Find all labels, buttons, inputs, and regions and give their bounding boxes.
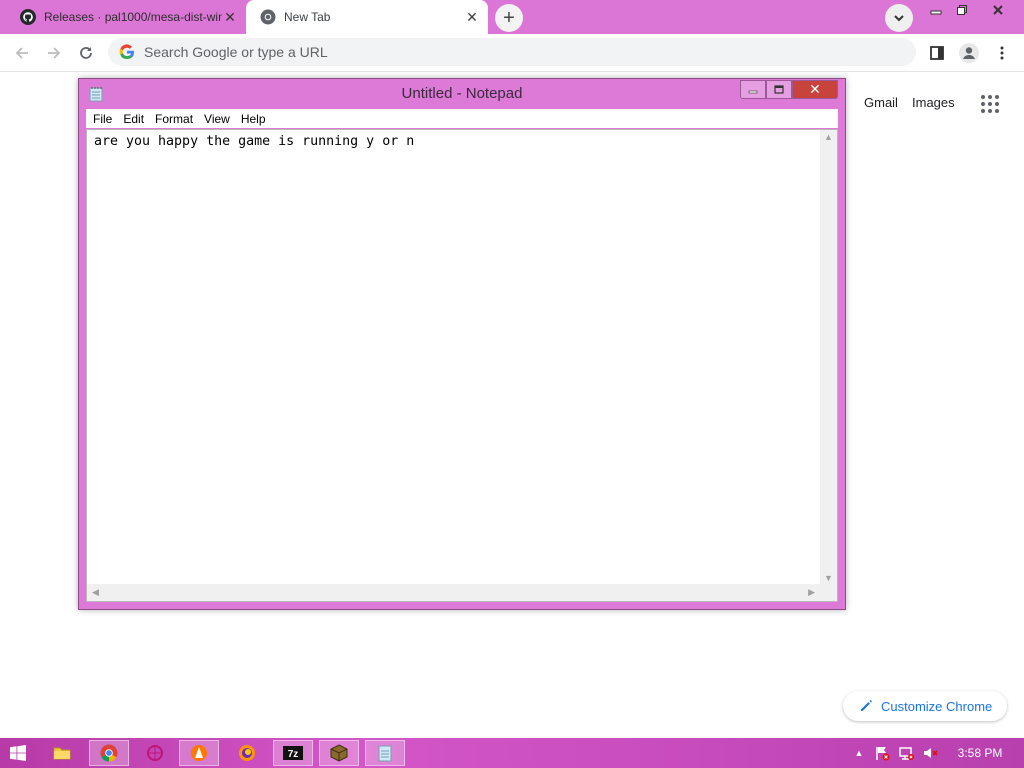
taskbar-firefox[interactable] (227, 740, 267, 766)
reload-icon (80, 47, 92, 59)
minimize-button[interactable] (740, 80, 766, 99)
close-icon: ✕ (809, 81, 821, 97)
tab-search-button[interactable] (885, 4, 913, 32)
taskbar-7zip[interactable]: 7z (273, 740, 313, 766)
chrome-icon (100, 744, 118, 762)
menu-format[interactable]: Format (155, 112, 193, 126)
app-circle-icon (147, 745, 163, 761)
menu-button[interactable] (991, 42, 1013, 64)
forward-arrow-icon (48, 47, 61, 59)
profile-button[interactable] (958, 42, 980, 64)
action-center-flag-icon[interactable] (873, 744, 891, 762)
start-button[interactable] (0, 740, 36, 766)
kebab-menu-icon (1000, 46, 1004, 60)
taskbar-chrome[interactable] (89, 740, 129, 766)
side-panel-button[interactable] (926, 42, 948, 64)
close-icon (993, 5, 1003, 15)
chevron-up-icon[interactable]: ▲ (850, 744, 868, 762)
tab-strip: Releases · pal1000/mesa-dist-win ✕ New T… (0, 0, 1024, 34)
avast-icon (191, 745, 207, 761)
restore-button[interactable] (948, 0, 976, 20)
maximize-icon (774, 85, 784, 94)
reload-button[interactable] (75, 42, 97, 64)
scroll-up-icon[interactable]: ▲ (824, 132, 833, 142)
menu-help[interactable]: Help (241, 112, 266, 126)
7zip-icon: 7z (283, 746, 303, 760)
notepad-icon (378, 745, 392, 762)
close-window-button[interactable] (980, 0, 1016, 20)
chevron-down-icon (894, 15, 904, 22)
minimize-icon (930, 10, 942, 15)
taskbar-file-explorer[interactable] (42, 740, 82, 766)
browser-toolbar (0, 34, 1024, 72)
close-button[interactable]: ✕ (792, 80, 838, 99)
package-icon (330, 744, 348, 762)
tab-releases[interactable]: Releases · pal1000/mesa-dist-win ✕ (8, 0, 246, 34)
taskbar-notepad[interactable] (365, 740, 405, 766)
google-g-icon (119, 44, 134, 60)
tab-title: New Tab (284, 10, 331, 24)
system-clock[interactable]: 3:58 PM (950, 738, 1010, 768)
close-icon[interactable]: ✕ (222, 9, 238, 25)
pencil-icon (861, 700, 872, 711)
scroll-right-icon[interactable]: ▶ (808, 587, 815, 598)
gmail-link[interactable]: Gmail (864, 95, 898, 110)
taskbar-avast[interactable] (179, 740, 219, 766)
scroll-down-icon[interactable]: ▼ (824, 573, 833, 583)
start-icon (10, 745, 26, 761)
firefox-icon (239, 745, 255, 761)
tab-new-tab[interactable]: New Tab ✕ (246, 0, 488, 34)
menu-view[interactable]: View (204, 112, 230, 126)
close-icon[interactable]: ✕ (464, 9, 480, 25)
vertical-scrollbar[interactable]: ▲ ▼ (820, 130, 837, 585)
minimize-icon (748, 90, 758, 93)
taskbar-app-circle[interactable] (135, 740, 175, 766)
menu-file[interactable]: File (93, 112, 112, 126)
taskbar-package[interactable] (319, 740, 359, 766)
omnibox[interactable] (108, 38, 916, 66)
horizontal-scrollbar[interactable]: ◀ ▶ (87, 584, 820, 601)
text-editor-area[interactable]: are you happy the game is running y or n… (86, 129, 838, 602)
avatar-icon (959, 43, 979, 63)
minimize-button[interactable] (922, 0, 950, 20)
scroll-left-icon[interactable]: ◀ (92, 587, 99, 598)
editor-content[interactable]: are you happy the game is running y or n (94, 134, 414, 149)
github-icon (20, 9, 36, 25)
back-button[interactable] (11, 42, 33, 64)
volume-muted-icon[interactable] (921, 744, 939, 762)
plus-icon: + (503, 7, 515, 29)
search-input[interactable] (144, 44, 844, 60)
menu-bar: File Edit Format View Help (86, 109, 838, 128)
forward-button[interactable] (43, 42, 65, 64)
tab-title: Releases · pal1000/mesa-dist-win (44, 10, 222, 24)
taskbar: 7z ▲ 3:58 PM (0, 738, 1024, 768)
svg-text:7z: 7z (288, 749, 299, 760)
notepad-window: Untitled - Notepad ✕ File Edit Format Vi… (78, 78, 846, 610)
customize-label: Customize Chrome (881, 698, 993, 714)
menu-edit[interactable]: Edit (123, 112, 144, 126)
customize-chrome-button[interactable]: Customize Chrome (843, 691, 1007, 721)
restore-icon (957, 5, 967, 15)
side-panel-icon (930, 46, 944, 60)
new-tab-button[interactable]: + (495, 4, 523, 32)
maximize-button[interactable] (766, 80, 792, 99)
size-grip[interactable] (820, 584, 837, 601)
window-title: Untitled - Notepad (401, 85, 523, 102)
file-explorer-icon (53, 747, 71, 760)
images-link[interactable]: Images (912, 95, 955, 110)
back-arrow-icon (15, 47, 28, 59)
chrome-icon (260, 9, 276, 25)
network-icon[interactable] (897, 744, 915, 762)
google-apps-icon[interactable] (981, 95, 999, 113)
